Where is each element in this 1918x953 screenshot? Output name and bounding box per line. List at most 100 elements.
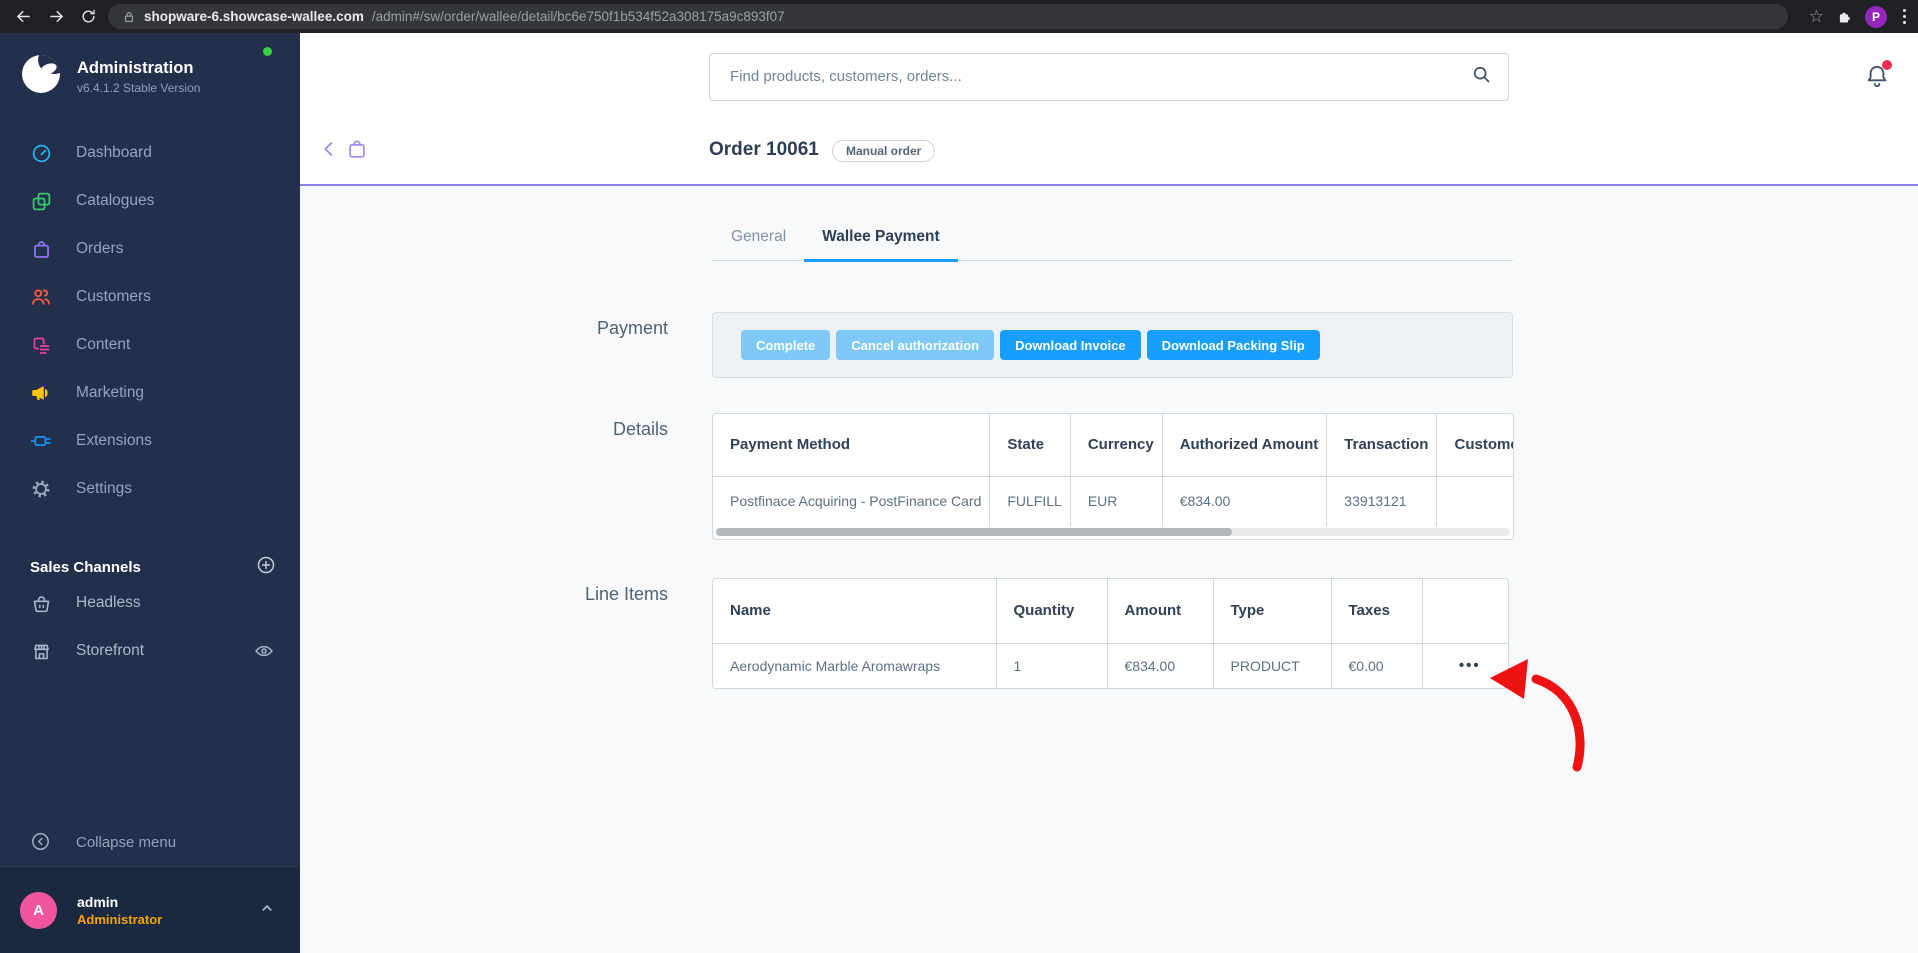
column-header: Amount [1107,579,1214,644]
cell-taxes: €0.00 [1331,643,1423,688]
browser-toolbar: shopware-6.showcase-wallee.com/admin#/sw… [0,0,1918,33]
url-host: shopware-6.showcase-wallee.com [144,9,364,24]
sidebar-item-settings[interactable]: Settings [0,465,300,513]
details-header-row: Payment Method State Currency Authorized… [713,414,1513,477]
settings-gear-icon [30,478,52,500]
column-header: Taxes [1331,579,1423,644]
scrollbar-thumb[interactable] [716,528,1233,536]
details-section-label: Details [612,419,668,439]
line-items-header-row: Name Quantity Amount Type Taxes [713,579,1508,644]
storefront-icon [30,640,52,662]
column-header [1422,579,1508,644]
column-header: Type [1213,579,1332,644]
payment-section-label: Payment [596,318,668,338]
order-tabs: General Wallee Payment [712,228,1513,262]
browser-reload-icon[interactable] [80,8,97,25]
download-packing-slip-button[interactable]: Download Packing Slip [1146,330,1320,360]
download-invoice-button[interactable]: Download Invoice [1000,330,1141,360]
line-items-table: Name Quantity Amount Type Taxes Aerodyna… [712,578,1509,689]
browser-forward-icon[interactable] [47,7,66,26]
sales-channels-header: Sales Channels [0,555,300,579]
sidebar-item-storefront[interactable]: Storefront [0,627,300,675]
notification-bell-icon[interactable] [1864,60,1892,94]
catalogues-icon [30,190,52,212]
storefront-preview-eye-icon[interactable] [254,641,274,666]
sidebar-item-dashboard[interactable]: Dashboard [0,129,300,177]
sidebar-item-catalogues[interactable]: Catalogues [0,177,300,225]
back-chevron-icon[interactable] [318,138,340,165]
content-icon [30,334,52,356]
app-header: Administration v6.4.1.2 Stable Version [0,33,300,105]
orders-icon [30,238,52,260]
tab-general[interactable]: General [712,228,804,260]
browser-menu-icon[interactable] [1899,9,1910,24]
column-header: Customer [1436,414,1513,477]
user-role: Administrator [77,911,163,927]
cell-state: FULFILL [989,476,1071,526]
user-menu[interactable]: A admin Administrator [0,866,300,953]
tab-wallee-payment[interactable]: Wallee Payment [804,228,958,262]
cell-payment-method: Postfinace Acquiring - PostFinance Card [713,476,991,526]
sidebar-item-orders[interactable]: Orders [0,225,300,273]
line-items-section-label: Line Items [584,584,668,604]
cell-quantity: 1 [996,643,1108,688]
horizontal-scrollbar[interactable] [716,528,1510,536]
column-header: Authorized Amount [1162,414,1328,477]
admin-topbar [300,33,1918,120]
sidebar-item-customers[interactable]: Customers [0,273,300,321]
collapse-menu-button[interactable]: Collapse menu [0,818,300,866]
payment-actions-card: Complete Cancel authorization Download I… [712,312,1513,378]
cell-name: Aerodynamic Marble Aromawraps [713,643,997,688]
bookmark-star-icon[interactable]: ☆ [1809,8,1824,25]
cell-currency: EUR [1070,476,1163,526]
line-items-section: Line Items Name Quantity Amount Type Tax… [300,578,1918,689]
sidebar-item-content[interactable]: Content [0,321,300,369]
search-icon[interactable] [1471,64,1492,90]
app-version: v6.4.1.2 Stable Version [77,81,201,95]
column-header: Name [713,579,997,644]
context-menu-icon[interactable]: ••• [1440,657,1501,674]
basket-icon [30,592,52,614]
sidebar-item-label: Extensions [76,432,152,449]
cell-authorized-amount: €834.00 [1162,476,1328,526]
complete-button[interactable]: Complete [741,330,831,360]
url-path: /admin#/sw/order/wallee/detail/bc6e750f1… [371,9,785,24]
sidebar-item-headless[interactable]: Headless [0,579,300,627]
browser-back-icon[interactable] [14,7,33,26]
cancel-authorization-button[interactable]: Cancel authorization [836,330,995,360]
payment-section: Payment Complete Cancel authorization Do… [300,312,1918,378]
global-search[interactable] [709,52,1509,101]
payment-details-table: Payment Method State Currency Authorized… [712,413,1514,540]
cell-amount: €834.00 [1107,643,1214,688]
sidebar-item-extensions[interactable]: Extensions [0,417,300,465]
sidebar-item-label: Marketing [76,384,145,401]
sidebar-item-label: Storefront [76,642,145,659]
manual-order-badge: Manual order [832,140,936,162]
user-name: admin [77,893,119,910]
order-bag-icon[interactable] [346,138,368,165]
column-header: Currency [1070,414,1163,477]
user-avatar: A [20,891,57,929]
admin-sidebar: Administration v6.4.1.2 Stable Version D… [0,33,300,953]
sidebar-item-label: Catalogues [76,192,155,209]
add-sales-channel-button[interactable] [256,555,276,580]
sidebar-item-label: Dashboard [76,144,152,161]
url-bar[interactable]: shopware-6.showcase-wallee.com/admin#/sw… [108,4,1788,29]
notification-dot [1882,60,1892,70]
status-online-dot [263,47,272,56]
cell-customer [1437,476,1513,526]
table-row: Aerodynamic Marble Aromawraps 1 €834.00 … [713,643,1508,688]
details-section: Details Payment Method State Currency Au… [300,413,1918,540]
sidebar-item-label: Orders [76,240,124,257]
search-input[interactable] [730,68,1471,85]
marketing-icon [30,382,52,404]
collapse-chevron-icon [30,831,52,853]
sidebar-item-marketing[interactable]: Marketing [0,369,300,417]
extensions-plug-icon [30,430,52,452]
browser-profile-avatar[interactable]: P [1865,5,1887,28]
app-title: Administration [77,59,194,77]
sales-channels-label: Sales Channels [30,558,141,576]
extensions-puzzle-icon[interactable] [1836,8,1853,25]
column-header: Quantity [996,579,1108,644]
